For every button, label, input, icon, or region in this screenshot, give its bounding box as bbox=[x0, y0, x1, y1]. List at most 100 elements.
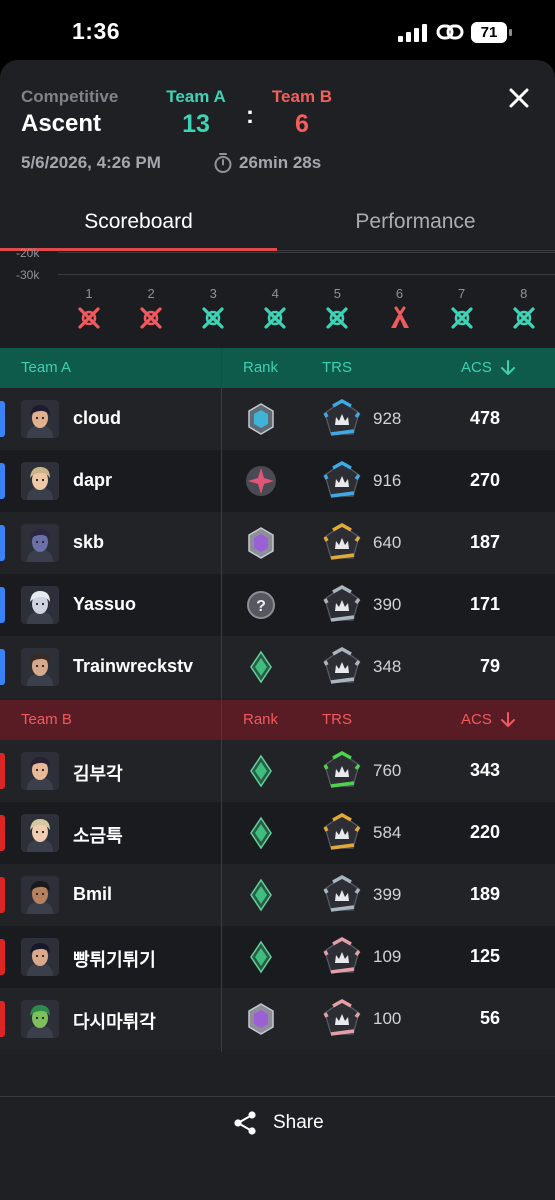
tab-performance[interactable]: Performance bbox=[277, 210, 554, 234]
team-color-bar bbox=[0, 649, 5, 685]
team-a-header: Team A Rank TRS ACS bbox=[0, 348, 555, 388]
agent-avatar bbox=[21, 524, 59, 562]
agent-avatar bbox=[21, 814, 59, 852]
sort-down-icon[interactable] bbox=[499, 711, 517, 729]
agent-avatar bbox=[21, 938, 59, 976]
round-2[interactable]: 2 bbox=[136, 286, 166, 331]
player-row[interactable]: 소금툭 584 220 bbox=[0, 802, 555, 864]
round-number: 1 bbox=[85, 286, 93, 301]
trs-badge-icon bbox=[321, 812, 363, 854]
rank-column-header[interactable]: Rank bbox=[243, 359, 278, 376]
acs-value: 343 bbox=[469, 760, 500, 780]
team-color-bar bbox=[0, 877, 5, 913]
tab-scoreboard[interactable]: Scoreboard bbox=[0, 210, 277, 234]
player-row[interactable]: dapr 916 270 bbox=[0, 450, 555, 512]
elimination-icon bbox=[202, 307, 224, 329]
team-color-bar bbox=[0, 463, 5, 499]
trs-value: 348 bbox=[373, 657, 402, 676]
round-7[interactable]: 7 bbox=[447, 286, 477, 331]
player-name: 소금툭 bbox=[73, 826, 123, 846]
score-separator: : bbox=[246, 102, 254, 129]
trs-value: 916 bbox=[373, 471, 402, 490]
team-b-label: Team B bbox=[271, 87, 333, 106]
trs-badge-icon bbox=[321, 398, 363, 440]
player-row[interactable]: skb 640 187 bbox=[0, 512, 555, 574]
round-number: 6 bbox=[395, 286, 404, 301]
player-row[interactable]: 다시마튀각 100 56 bbox=[0, 988, 555, 1050]
player-name: Trainwreckstv bbox=[73, 656, 194, 676]
round-3[interactable]: 3 bbox=[198, 286, 228, 331]
player-name: Yassuo bbox=[73, 594, 137, 614]
gridline bbox=[58, 274, 555, 275]
defuse-icon bbox=[390, 306, 409, 328]
acs-value: 270 bbox=[469, 470, 500, 490]
acs-column-header[interactable]: ACS bbox=[461, 711, 492, 728]
acs-value: 125 bbox=[469, 946, 500, 966]
rank-icon bbox=[242, 876, 280, 914]
trs-value: 760 bbox=[373, 761, 402, 780]
trs-badge-icon bbox=[321, 460, 363, 502]
rank-icon bbox=[242, 524, 280, 562]
elimination-icon bbox=[513, 307, 535, 329]
trs-value: 390 bbox=[373, 595, 402, 614]
player-name: Bmil bbox=[73, 884, 113, 904]
round-5[interactable]: 5 bbox=[322, 286, 352, 331]
trs-badge-icon bbox=[321, 998, 363, 1040]
round-number: 5 bbox=[333, 286, 341, 301]
gridline bbox=[58, 252, 555, 253]
round-8[interactable]: 8 bbox=[509, 286, 539, 331]
acs-value: 220 bbox=[469, 822, 500, 842]
rank-icon bbox=[242, 938, 280, 976]
acs-value: 79 bbox=[479, 656, 500, 676]
player-row[interactable]: Bmil 399 189 bbox=[0, 864, 555, 926]
rank-icon bbox=[242, 462, 280, 500]
round-6[interactable]: 6 bbox=[385, 286, 415, 331]
team-color-bar bbox=[0, 939, 5, 975]
map-name: Ascent bbox=[21, 110, 102, 137]
close-button[interactable] bbox=[503, 82, 535, 114]
round-number: 2 bbox=[147, 286, 155, 301]
player-row[interactable]: 김부각 760 343 bbox=[0, 740, 555, 802]
player-name: 다시마튀각 bbox=[73, 1012, 156, 1032]
player-name: cloud bbox=[73, 408, 121, 428]
acs-value: 478 bbox=[469, 408, 500, 428]
trs-column-header[interactable]: TRS bbox=[322, 359, 352, 376]
trs-badge-icon bbox=[321, 936, 363, 978]
round-number: 7 bbox=[457, 286, 466, 301]
player-row[interactable]: Trainwreckstv 348 79 bbox=[0, 636, 555, 698]
rank-icon: ? bbox=[242, 586, 280, 624]
round-number: 3 bbox=[209, 286, 217, 301]
trs-value: 640 bbox=[373, 533, 402, 552]
trs-badge-icon bbox=[321, 874, 363, 916]
trs-value: 584 bbox=[373, 823, 402, 842]
signal-icon bbox=[398, 24, 427, 42]
round-4[interactable]: 4 bbox=[260, 286, 290, 331]
stopwatch-icon bbox=[214, 153, 232, 173]
elimination-icon bbox=[78, 307, 100, 329]
match-sheet: Competitive Ascent Team A 13 : Team B 6 … bbox=[0, 60, 555, 1200]
player-name: skb bbox=[73, 532, 105, 552]
team-color-bar bbox=[0, 815, 5, 851]
player-row[interactable]: Yassuo? 390 171 bbox=[0, 574, 555, 636]
share-icon bbox=[234, 1111, 256, 1135]
round-1[interactable]: 1 bbox=[74, 286, 104, 331]
status-time: 1:36 bbox=[72, 18, 121, 44]
trs-badge-icon bbox=[321, 584, 363, 626]
tab-bar: Scoreboard Performance bbox=[0, 200, 555, 252]
player-row[interactable]: cloud 928 478 bbox=[0, 388, 555, 450]
acs-value: 171 bbox=[469, 594, 500, 614]
player-name: 빵튀기튀기 bbox=[73, 950, 156, 970]
team-a-label: Team A bbox=[166, 87, 226, 106]
sort-down-icon[interactable] bbox=[499, 359, 517, 377]
team-color-bar bbox=[0, 401, 5, 437]
match-date: 5/6/2026, 4:26 PM bbox=[21, 153, 161, 172]
trs-column-header[interactable]: TRS bbox=[322, 711, 352, 728]
agent-avatar bbox=[21, 462, 59, 500]
acs-column-header[interactable]: ACS bbox=[461, 359, 492, 376]
elimination-icon bbox=[450, 307, 473, 329]
player-row[interactable]: 빵튀기튀기 109 125 bbox=[0, 926, 555, 988]
round-chart: -20k -30k 1 2 3 4 5 6 7 8 bbox=[0, 246, 555, 348]
rank-column-header[interactable]: Rank bbox=[243, 711, 278, 728]
share-button[interactable]: Share bbox=[232, 1108, 332, 1140]
trs-badge-icon bbox=[321, 646, 363, 688]
